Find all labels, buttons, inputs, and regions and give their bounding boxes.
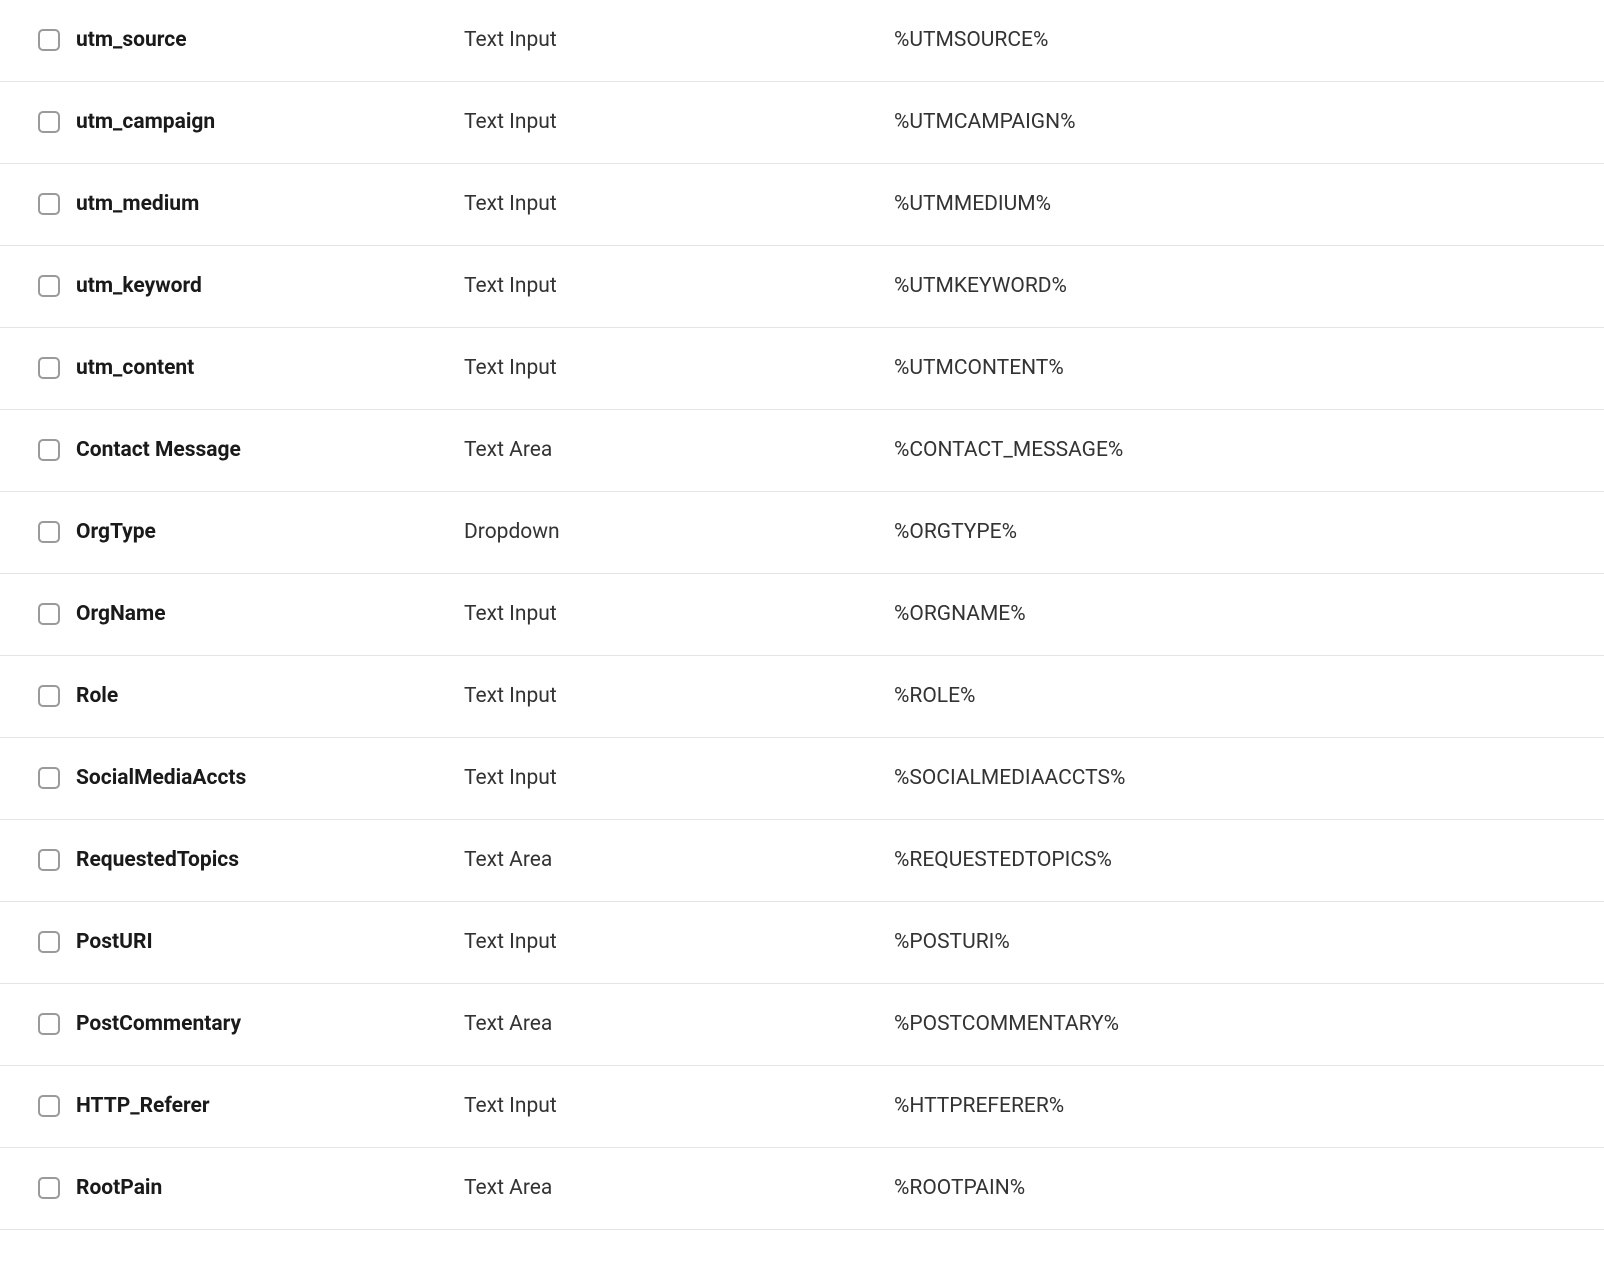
field-type-cell: Text Input	[460, 928, 890, 957]
table-row: RequestedTopics Text Area%REQUESTEDTOPICS…	[0, 820, 1604, 902]
select-field-checkbox[interactable]	[38, 603, 60, 625]
field-name-label: utm_content	[76, 354, 194, 383]
table-row: PostURI Text Input%POSTURI%	[0, 902, 1604, 984]
field-value-cell: %ORGNAME%	[890, 600, 1604, 629]
field-type-cell: Text Input	[460, 764, 890, 793]
field-value-cell: %POSTURI%	[890, 928, 1604, 957]
field-name-cell: OrgType	[0, 518, 460, 547]
field-value-cell: %ORGTYPE%	[890, 518, 1604, 547]
field-name-label: utm_keyword	[76, 272, 202, 301]
select-field-checkbox[interactable]	[38, 931, 60, 953]
table-row: PostCommentary Text Area%POSTCOMMENTARY%	[0, 984, 1604, 1066]
field-name-label: OrgName	[76, 600, 166, 629]
field-value-cell: %UTMKEYWORD%	[890, 272, 1604, 301]
field-type-cell: Text Area	[460, 846, 890, 875]
field-name-cell: utm_source	[0, 26, 460, 55]
field-name-cell: Contact Message	[0, 436, 460, 465]
field-name-cell: RequestedTopics	[0, 846, 460, 875]
table-row: RootPain Text Area%ROOTPAIN%	[0, 1148, 1604, 1230]
field-type-cell: Text Area	[460, 1010, 890, 1039]
field-name-label: Contact Message	[76, 436, 241, 465]
field-name-label: RequestedTopics	[76, 846, 239, 875]
field-value-cell: %HTTPREFERER%	[890, 1092, 1604, 1121]
table-row: SocialMediaAccts Text Input%SOCIALMEDIAAC…	[0, 738, 1604, 820]
field-name-cell: PostCommentary	[0, 1010, 460, 1039]
select-field-checkbox[interactable]	[38, 685, 60, 707]
table-row: utm_content Text Input%UTMCONTENT%	[0, 328, 1604, 410]
field-name-cell: utm_keyword	[0, 272, 460, 301]
field-name-cell: OrgName	[0, 600, 460, 629]
field-name-label: PostURI	[76, 928, 153, 957]
table-row: utm_medium Text Input%UTMMEDIUM%	[0, 164, 1604, 246]
field-name-cell: PostURI	[0, 928, 460, 957]
field-value-cell: %SOCIALMEDIAACCTS%	[890, 764, 1604, 793]
field-type-cell: Text Area	[460, 436, 890, 465]
table-row: utm_keyword Text Input%UTMKEYWORD%	[0, 246, 1604, 328]
fields-table: utm_sourceText Input%UTMSOURCE%utm_campa…	[0, 0, 1604, 1230]
select-field-checkbox[interactable]	[38, 111, 60, 133]
field-name-cell: utm_content	[0, 354, 460, 383]
field-name-label: utm_campaign	[76, 108, 215, 137]
field-name-label: RootPain	[76, 1174, 162, 1203]
field-value-cell: %POSTCOMMENTARY%	[890, 1010, 1604, 1039]
select-field-checkbox[interactable]	[38, 1177, 60, 1199]
table-row: OrgType Dropdown%ORGTYPE%	[0, 492, 1604, 574]
select-field-checkbox[interactable]	[38, 1013, 60, 1035]
table-row: HTTP_Referer Text Input%HTTPREFERER%	[0, 1066, 1604, 1148]
field-name-label: utm_medium	[76, 190, 199, 219]
field-value-cell: %UTMSOURCE%	[890, 26, 1604, 55]
field-name-cell: RootPain	[0, 1174, 460, 1203]
field-value-cell: %UTMMEDIUM%	[890, 190, 1604, 219]
select-field-checkbox[interactable]	[38, 1095, 60, 1117]
table-row: utm_campaign Text Input%UTMCAMPAIGN%	[0, 82, 1604, 164]
field-type-cell: Text Input	[460, 600, 890, 629]
field-name-label: HTTP_Referer	[76, 1092, 210, 1121]
select-field-checkbox[interactable]	[38, 193, 60, 215]
table-row: Contact Message Text Area%CONTACT_MESSAGE…	[0, 410, 1604, 492]
field-name-cell: Role	[0, 682, 460, 711]
field-name-cell: HTTP_Referer	[0, 1092, 460, 1121]
field-type-cell: Text Input	[460, 108, 890, 137]
field-name-label: utm_source	[76, 26, 187, 55]
select-field-checkbox[interactable]	[38, 767, 60, 789]
select-field-checkbox[interactable]	[38, 275, 60, 297]
field-name-label: Role	[76, 682, 118, 711]
field-name-cell: utm_campaign	[0, 108, 460, 137]
field-type-cell: Text Input	[460, 26, 890, 55]
select-field-checkbox[interactable]	[38, 357, 60, 379]
table-row: Role Text Input%ROLE%	[0, 656, 1604, 738]
table-row: utm_source Text Input%UTMSOURCE%	[0, 0, 1604, 82]
select-field-checkbox[interactable]	[38, 29, 60, 51]
field-type-cell: Text Input	[460, 272, 890, 301]
field-type-cell: Dropdown	[460, 518, 890, 547]
select-field-checkbox[interactable]	[38, 521, 60, 543]
select-field-checkbox[interactable]	[38, 439, 60, 461]
field-type-cell: Text Input	[460, 354, 890, 383]
select-field-checkbox[interactable]	[38, 849, 60, 871]
field-type-cell: Text Input	[460, 682, 890, 711]
field-type-cell: Text Input	[460, 190, 890, 219]
table-row: OrgName Text Input%ORGNAME%	[0, 574, 1604, 656]
field-value-cell: %UTMCAMPAIGN%	[890, 108, 1604, 137]
field-value-cell: %ROOTPAIN%	[890, 1174, 1604, 1203]
field-name-label: SocialMediaAccts	[76, 764, 246, 793]
field-value-cell: %UTMCONTENT%	[890, 354, 1604, 383]
field-name-cell: utm_medium	[0, 190, 460, 219]
field-value-cell: %CONTACT_MESSAGE%	[890, 436, 1604, 465]
field-value-cell: %ROLE%	[890, 682, 1604, 711]
field-type-cell: Text Area	[460, 1174, 890, 1203]
field-name-label: OrgType	[76, 518, 156, 547]
field-name-label: PostCommentary	[76, 1010, 241, 1039]
field-value-cell: %REQUESTEDTOPICS%	[890, 846, 1604, 875]
field-type-cell: Text Input	[460, 1092, 890, 1121]
field-name-cell: SocialMediaAccts	[0, 764, 460, 793]
